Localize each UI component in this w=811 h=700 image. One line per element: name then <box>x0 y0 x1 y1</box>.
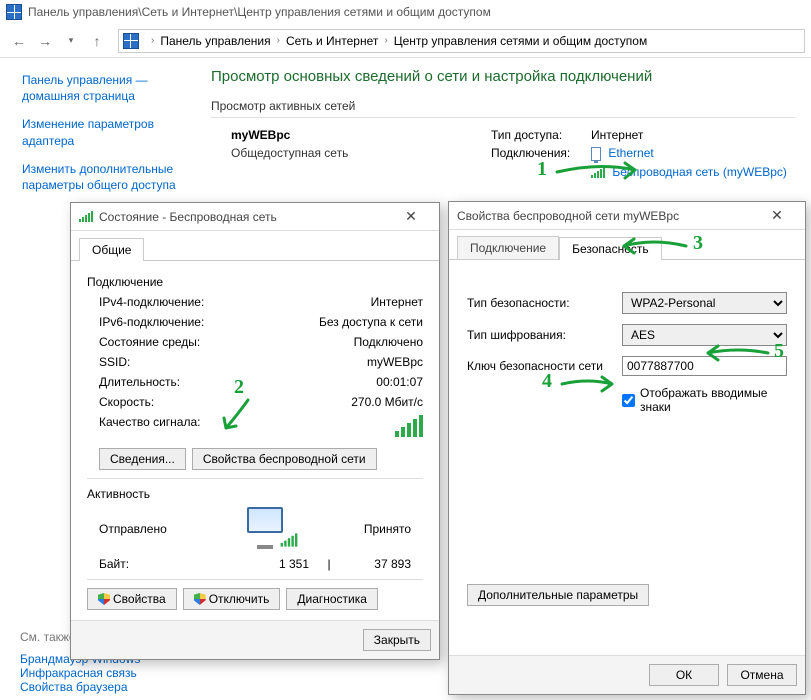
crumb-center[interactable]: Центр управления сетями и общим доступом <box>394 34 648 48</box>
media-state-label: Состояние среды: <box>99 335 263 349</box>
close-icon[interactable]: ✕ <box>391 208 431 225</box>
active-networks-header: Просмотр активных сетей <box>211 99 795 113</box>
address-box[interactable]: › Панель управления › Сеть и Интернет › … <box>118 29 805 53</box>
ipv6-value: Без доступа к сети <box>263 315 423 329</box>
close-icon[interactable]: ✕ <box>757 207 797 224</box>
ethernet-link[interactable]: Ethernet <box>608 146 653 160</box>
show-chars-checkbox[interactable] <box>622 394 635 407</box>
forward-button[interactable]: → <box>32 28 58 54</box>
ipv4-label: IPv4-подключение: <box>99 295 263 309</box>
received-label: Принято <box>364 522 411 536</box>
encryption-type-select[interactable]: AES <box>622 324 787 346</box>
access-type-value: Интернет <box>591 128 643 142</box>
cp-address-bar: ← → ▾ ↑ › Панель управления › Сеть и Инт… <box>0 24 811 58</box>
cp-sidebar: Панель управления — домашняя страница Из… <box>0 68 195 209</box>
props-title-text: Свойства беспроводной сети myWEBpc <box>457 209 679 223</box>
wifi-connection-link[interactable]: Беспроводная сеть (myWEBpc) <box>591 165 787 179</box>
encryption-type-label: Тип шифрования: <box>467 328 622 342</box>
wifi-icon <box>79 211 93 222</box>
ssid-label: SSID: <box>99 355 263 369</box>
ok-button[interactable]: ОК <box>649 664 719 686</box>
cancel-button[interactable]: Отмена <box>727 664 797 686</box>
bytes-label: Байт: <box>99 557 199 571</box>
page-title: Просмотр основных сведений о сети и наст… <box>211 68 795 85</box>
diagnose-button[interactable]: Диагностика <box>286 588 378 610</box>
advanced-button[interactable]: Дополнительные параметры <box>467 584 649 606</box>
tab-security[interactable]: Безопасность <box>559 237 662 260</box>
properties-button[interactable]: Свойства <box>87 588 177 610</box>
shield-icon <box>98 593 110 605</box>
cp-titlebar: Панель управления\Сеть и Интернет\Центр … <box>0 0 811 24</box>
separator: | <box>309 557 349 571</box>
divider <box>211 117 795 118</box>
network-name: myWEBpc <box>231 128 491 142</box>
up-button[interactable]: ↑ <box>84 28 110 54</box>
chevron-right-icon[interactable]: › <box>151 35 154 46</box>
sidebar-home[interactable]: Панель управления — домашняя страница <box>22 72 185 104</box>
network-type: Общедоступная сеть <box>231 146 491 160</box>
sidebar-sharing-settings[interactable]: Изменить дополнительные параметры общего… <box>22 161 185 193</box>
signal-bars-icon <box>395 415 423 437</box>
connections-label: Подключения: <box>491 146 591 161</box>
signal-label: Качество сигнала: <box>99 415 263 440</box>
see-also-browser[interactable]: Свойства браузера <box>20 680 128 694</box>
access-type-label: Тип доступа: <box>491 128 591 142</box>
ethernet-connection-link[interactable]: Ethernet <box>591 146 654 161</box>
media-state-value: Подключено <box>263 335 423 349</box>
network-center-icon <box>6 4 22 20</box>
divider <box>87 478 423 479</box>
wireless-properties-button[interactable]: Свойства беспроводной сети <box>192 448 377 470</box>
speed-value: 270.0 Мбит/с <box>263 395 423 409</box>
activity-group-label: Активность <box>87 487 423 501</box>
activity-computer-icon <box>235 507 295 551</box>
ipv4-value: Интернет <box>263 295 423 309</box>
see-also-infrared[interactable]: Инфракрасная связь <box>20 666 137 680</box>
close-button[interactable]: Закрыть <box>363 629 431 651</box>
duration-label: Длительность: <box>99 375 263 389</box>
wifi-icon <box>281 533 298 546</box>
disable-button[interactable]: Отключить <box>183 588 281 610</box>
chevron-right-icon[interactable]: › <box>277 35 280 46</box>
sidebar-adapter-settings[interactable]: Изменение параметров адаптера <box>22 116 185 148</box>
back-button[interactable]: ← <box>6 28 32 54</box>
crumb-cp[interactable]: Панель управления <box>160 34 270 48</box>
wifi-icon <box>591 167 605 178</box>
network-center-icon <box>123 33 139 49</box>
ethernet-icon <box>591 147 601 161</box>
show-chars-label: Отображать вводимые знаки <box>640 386 787 414</box>
security-key-input[interactable] <box>622 356 787 376</box>
tab-general[interactable]: Общие <box>79 238 144 261</box>
duration-value: 00:01:07 <box>263 375 423 389</box>
shield-icon <box>194 593 206 605</box>
security-type-select[interactable]: WPA2-Personal <box>622 292 787 314</box>
bytes-received: 37 893 <box>349 557 411 571</box>
ssid-value: myWEBpc <box>263 355 423 369</box>
history-dropdown[interactable]: ▾ <box>58 28 84 54</box>
sent-label: Отправлено <box>99 522 167 536</box>
wifi-link[interactable]: Беспроводная сеть (myWEBpc) <box>612 165 787 179</box>
ipv6-label: IPv6-подключение: <box>99 315 263 329</box>
props-dialog-title[interactable]: Свойства беспроводной сети myWEBpc ✕ <box>449 202 805 230</box>
crumb-net[interactable]: Сеть и Интернет <box>286 34 378 48</box>
divider <box>87 579 423 580</box>
security-key-label: Ключ безопасности сети <box>467 359 622 373</box>
connection-group-label: Подключение <box>87 275 423 289</box>
security-type-label: Тип безопасности: <box>467 296 622 310</box>
cp-title-path: Панель управления\Сеть и Интернет\Центр … <box>28 5 491 19</box>
tab-connection[interactable]: Подключение <box>457 236 559 259</box>
speed-label: Скорость: <box>99 395 263 409</box>
status-dialog-title[interactable]: Состояние - Беспроводная сеть ✕ <box>71 203 439 231</box>
details-button[interactable]: Сведения... <box>99 448 186 470</box>
bytes-sent: 1 351 <box>199 557 309 571</box>
chevron-right-icon[interactable]: › <box>384 35 387 46</box>
status-title-text: Состояние - Беспроводная сеть <box>99 210 277 224</box>
